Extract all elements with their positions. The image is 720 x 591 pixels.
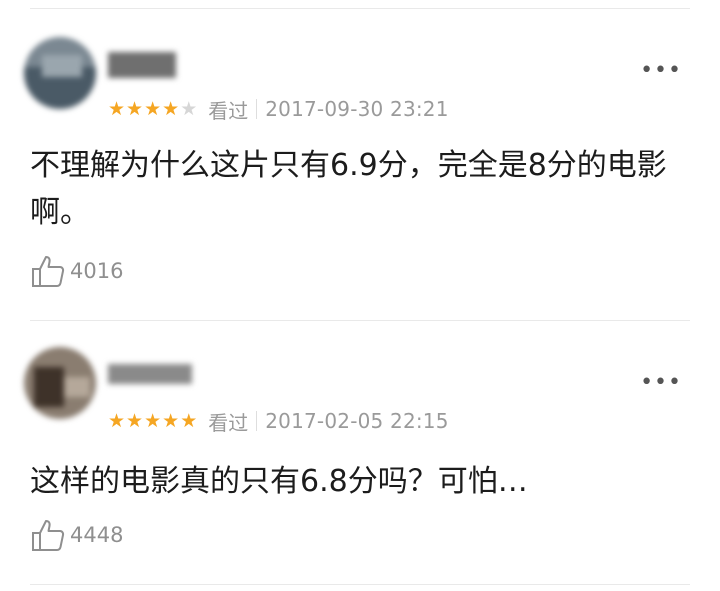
bottom-divider — [30, 584, 690, 585]
like-count: 4448 — [70, 523, 124, 547]
username[interactable] — [108, 52, 176, 78]
comment-time: 2017-09-30 23:21 — [265, 97, 449, 121]
rating-stars: ★ ★ ★ ★ ★ — [108, 409, 198, 432]
star-icon: ★ — [162, 97, 180, 120]
star-icon: ★ — [108, 409, 126, 432]
meta-separator — [256, 411, 258, 431]
comment-text: 不理解为什么这片只有6.9分，完全是8分的电影啊。 — [30, 148, 667, 230]
watch-status: 看过 — [208, 410, 249, 435]
comment-divider — [30, 320, 690, 321]
star-icon: ★ — [126, 97, 144, 120]
top-divider — [30, 8, 690, 9]
star-icon: ★ — [180, 409, 198, 432]
avatar[interactable] — [24, 37, 96, 109]
star-icon: ★ — [144, 97, 162, 120]
comment-time: 2017-02-05 22:15 — [265, 409, 449, 433]
comment-meta: ★ ★ ★ ★ ★ 看过 2017-09-30 23:21 — [108, 96, 449, 123]
more-dots-icon[interactable]: ••• — [640, 60, 682, 82]
comment-text: 这样的电影真的只有6.8分吗？可怕… — [30, 464, 528, 499]
star-icon: ★ — [126, 409, 144, 432]
thumbs-up-icon — [32, 256, 65, 287]
comment-meta: ★ ★ ★ ★ ★ 看过 2017-02-05 22:15 — [108, 408, 449, 435]
star-icon: ★ — [108, 97, 126, 120]
thumbs-up-icon — [32, 520, 65, 551]
like-button[interactable]: 4448 — [30, 518, 123, 552]
star-icon: ★ — [144, 409, 162, 432]
more-dots-icon[interactable]: ••• — [640, 372, 682, 394]
like-count: 4016 — [70, 259, 124, 283]
watch-status: 看过 — [208, 98, 249, 123]
username[interactable] — [108, 364, 192, 384]
star-icon: ★ — [162, 409, 180, 432]
star-icon: ★ — [180, 97, 198, 120]
rating-stars: ★ ★ ★ ★ ★ — [108, 97, 198, 120]
avatar[interactable] — [24, 347, 96, 419]
meta-separator — [256, 99, 258, 119]
like-button[interactable]: 4016 — [30, 254, 123, 288]
